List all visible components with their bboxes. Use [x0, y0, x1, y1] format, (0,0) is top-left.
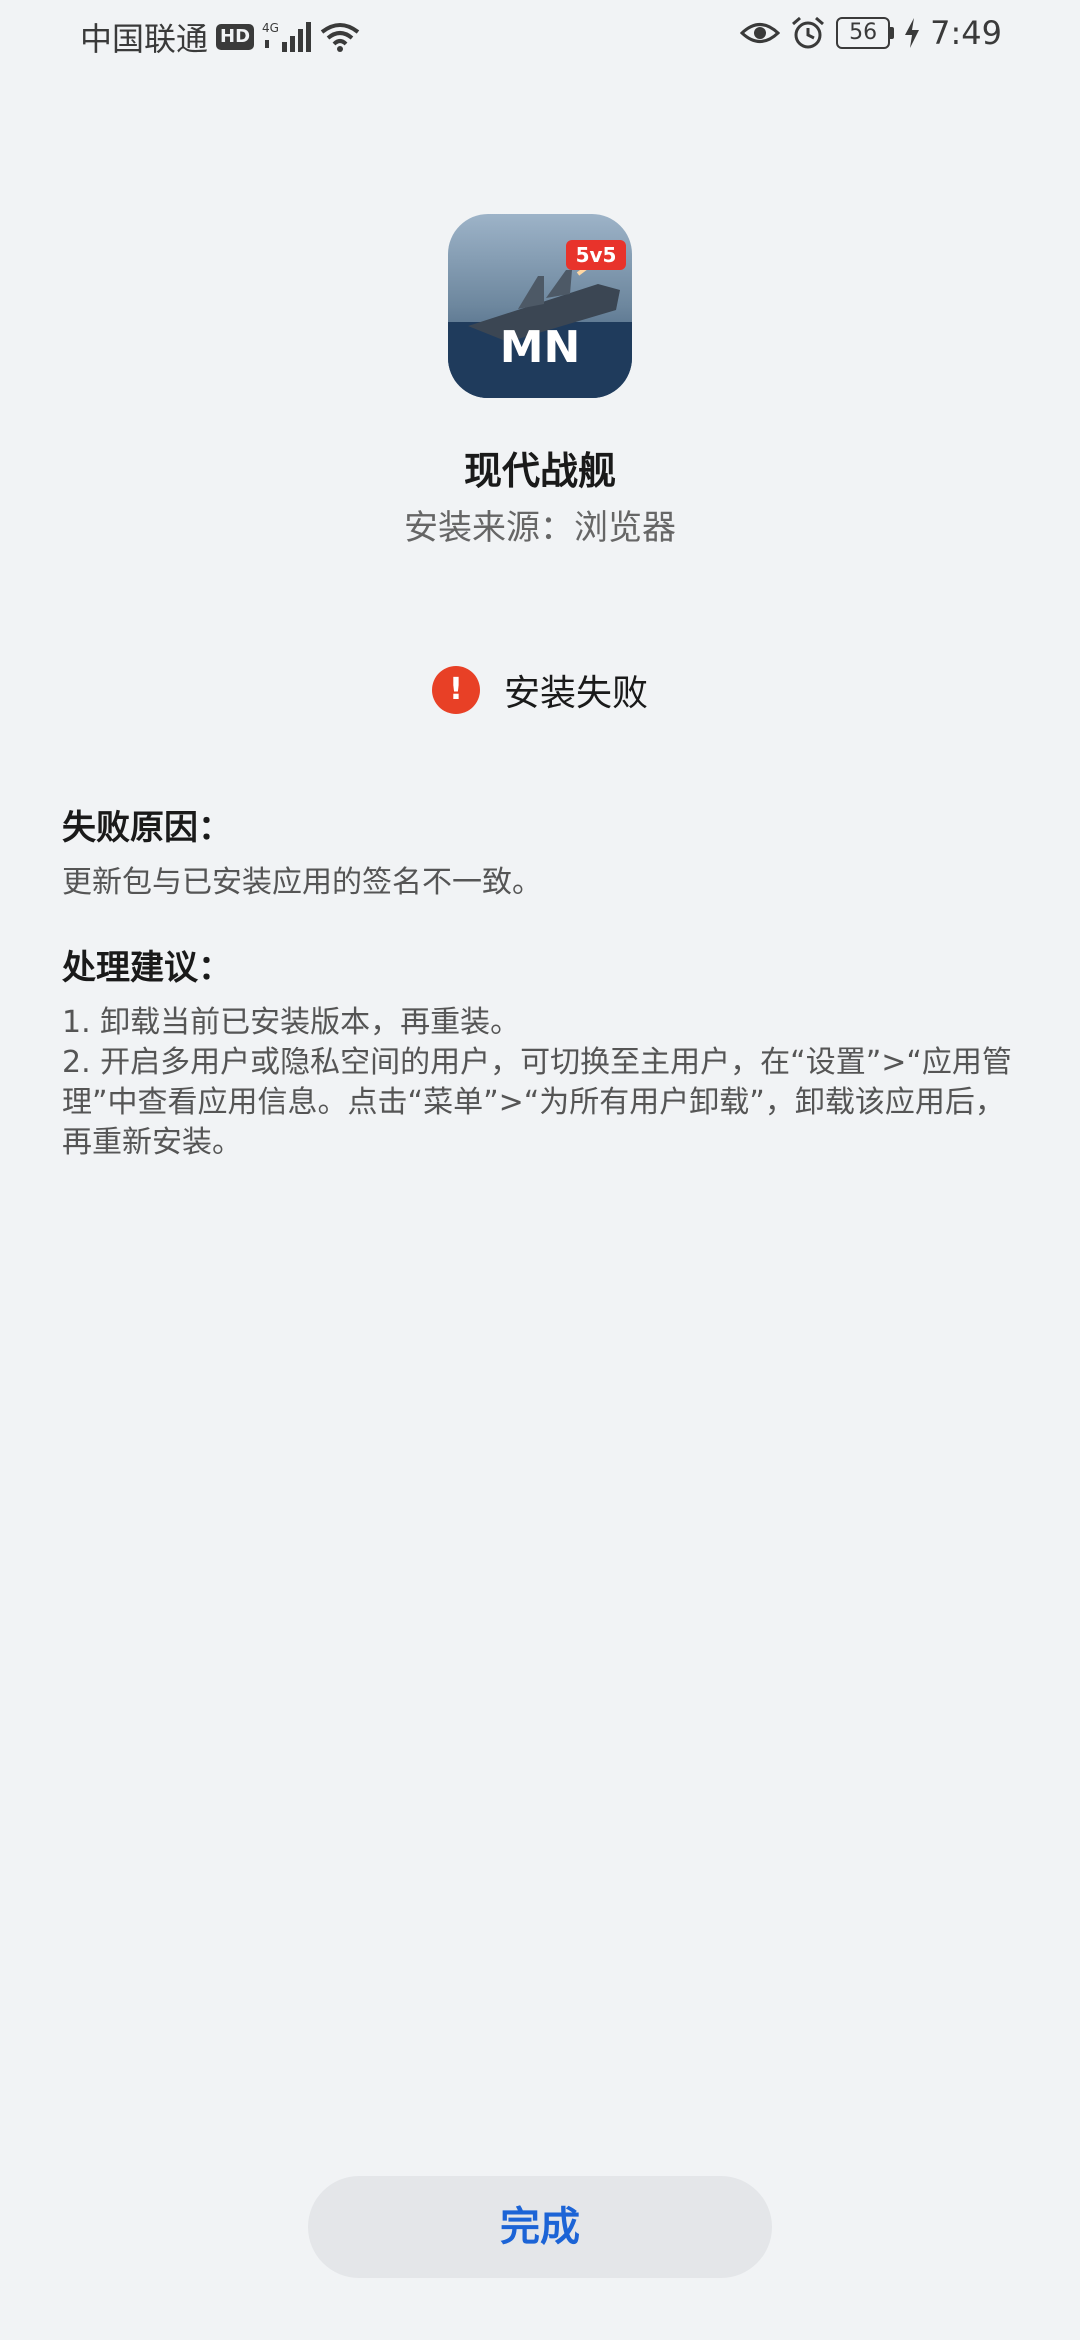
battery-icon: 56	[836, 17, 895, 49]
advice-section: 处理建议： 1. 卸载当前已安装版本，再重装。 2. 开启多用户或隐私空间的用户…	[62, 940, 1012, 1163]
advice-item: 2. 开启多用户或隐私空间的用户，可切换至主用户，在“设置”>“应用管理”中查看…	[62, 1045, 1012, 1160]
error-icon: !	[431, 666, 480, 714]
network-type: 4G	[262, 21, 279, 35]
clock: 7:49	[930, 14, 1002, 52]
alarm-icon	[790, 16, 826, 50]
advice-title: 处理建议：	[62, 948, 232, 988]
install-status: ! 安装失败	[0, 664, 1080, 716]
status-bar-left: 中国联通 HD 4G	[80, 14, 360, 60]
wifi-icon	[320, 20, 360, 54]
hd-badge: HD	[216, 24, 255, 50]
advice-item: 1. 卸载当前已安装版本，再重装。	[62, 1005, 521, 1040]
status-bar: 中国联通 HD 4G 56 7:49	[0, 0, 1080, 72]
status-text: 安装失败	[503, 673, 648, 714]
failure-reason-section: 失败原因： 更新包与已安装应用的签名不一致。	[62, 800, 1012, 903]
icon-badge: 5v5	[576, 243, 617, 267]
advice-list: 1. 卸载当前已安装版本，再重装。 2. 开启多用户或隐私空间的用户，可切换至主…	[62, 1003, 1012, 1163]
icon-logo: MN	[500, 322, 581, 373]
failure-reason-text: 更新包与已安装应用的签名不一致。	[62, 865, 542, 900]
charging-icon	[904, 17, 920, 49]
eye-icon	[740, 18, 781, 48]
battery-level: 56	[836, 17, 891, 49]
install-source: 安装来源：浏览器	[404, 508, 676, 548]
app-icon: 5v5 MN	[448, 214, 632, 398]
done-button[interactable]: 完成	[308, 2176, 772, 2278]
carrier-name: 中国联通	[80, 20, 209, 58]
status-bar-right: 56 7:49	[740, 14, 1002, 52]
signal-icon: 4G	[262, 20, 312, 54]
app-name: 现代战舰	[463, 449, 616, 493]
failure-reason-title: 失败原因：	[62, 808, 232, 848]
